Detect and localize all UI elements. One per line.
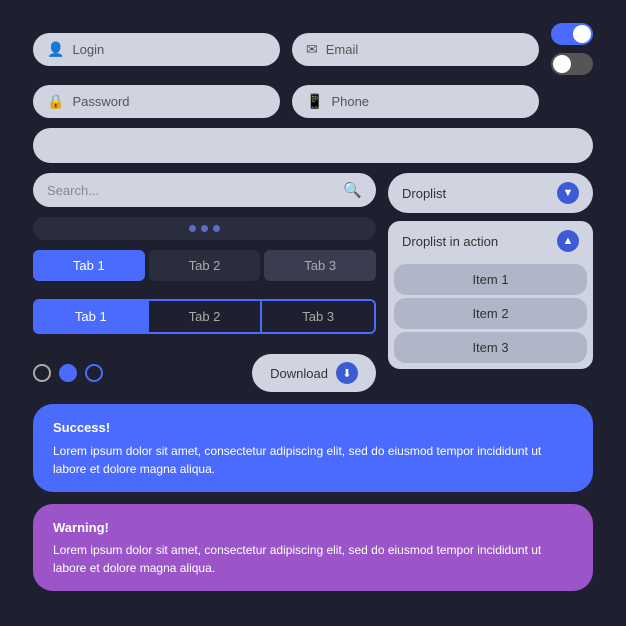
- tab3-row2[interactable]: Tab 3: [260, 301, 374, 332]
- toggle-1-knob: [573, 25, 591, 43]
- success-title: Success!: [53, 418, 573, 438]
- login-label: Login: [72, 42, 104, 57]
- dots-bar[interactable]: [33, 217, 376, 240]
- password-input[interactable]: 🔒 Password: [33, 85, 280, 118]
- lock-icon: 🔒: [47, 93, 64, 110]
- radio-1[interactable]: [33, 364, 51, 382]
- email-icon: ✉: [306, 41, 318, 58]
- tab3-row1[interactable]: Tab 3: [264, 250, 376, 281]
- droplist-collapsed[interactable]: Droplist ▼: [388, 173, 593, 213]
- chevron-up-icon: ▲: [557, 230, 579, 252]
- radio-2[interactable]: [59, 364, 77, 382]
- droplist-item-1[interactable]: Item 1: [394, 264, 587, 295]
- droplist-open-header[interactable]: Droplist in action ▲: [388, 221, 593, 261]
- droplist-open-label: Droplist in action: [402, 234, 498, 249]
- toggle-2[interactable]: [551, 53, 593, 75]
- tab1-row2[interactable]: Tab 1: [35, 301, 147, 332]
- tab2-row1[interactable]: Tab 2: [149, 250, 261, 281]
- email-label: Email: [326, 42, 359, 57]
- warning-body: Lorem ipsum dolor sit amet, consectetur …: [53, 541, 573, 577]
- search-bar[interactable]: Search... 🔍: [33, 173, 376, 207]
- password-label: Password: [72, 94, 129, 109]
- wide-input-bar[interactable]: [33, 128, 593, 163]
- chevron-down-icon: ▼: [557, 182, 579, 204]
- phone-icon: 📱: [306, 93, 323, 110]
- droplist-label: Droplist: [402, 186, 446, 201]
- success-alert: Success! Lorem ipsum dolor sit amet, con…: [33, 404, 593, 492]
- phone-label: Phone: [331, 94, 369, 109]
- tabs-row-2: Tab 1 Tab 2 Tab 3: [33, 299, 376, 334]
- toggle-group: [551, 23, 593, 75]
- radio-group: [33, 364, 103, 382]
- tab1-row1[interactable]: Tab 1: [33, 250, 145, 281]
- warning-title: Warning!: [53, 518, 573, 538]
- login-input[interactable]: 👤 Login: [33, 33, 280, 66]
- bottom-bar: Download ⬇: [33, 354, 376, 392]
- dot-1: [189, 225, 196, 232]
- droplist-item-2[interactable]: Item 2: [394, 298, 587, 329]
- search-placeholder: Search...: [47, 183, 99, 198]
- download-label: Download: [270, 366, 328, 381]
- search-icon: 🔍: [343, 181, 362, 199]
- email-input[interactable]: ✉ Email: [292, 33, 539, 66]
- toggle-2-knob: [553, 55, 571, 73]
- tab2-row2[interactable]: Tab 2: [147, 301, 261, 332]
- dot-3: [213, 225, 220, 232]
- tabs-row-1: Tab 1 Tab 2 Tab 3: [33, 250, 376, 281]
- phone-input[interactable]: 📱 Phone: [292, 85, 539, 118]
- download-icon: ⬇: [336, 362, 358, 384]
- droplist-open: Droplist in action ▲ Item 1 Item 2 Item …: [388, 221, 593, 369]
- download-button[interactable]: Download ⬇: [252, 354, 376, 392]
- radio-3[interactable]: [85, 364, 103, 382]
- warning-alert: Warning! Lorem ipsum dolor sit amet, con…: [33, 504, 593, 592]
- toggle-1[interactable]: [551, 23, 593, 45]
- success-body: Lorem ipsum dolor sit amet, consectetur …: [53, 442, 573, 478]
- dot-2: [201, 225, 208, 232]
- user-icon: 👤: [47, 41, 64, 58]
- droplist-item-3[interactable]: Item 3: [394, 332, 587, 363]
